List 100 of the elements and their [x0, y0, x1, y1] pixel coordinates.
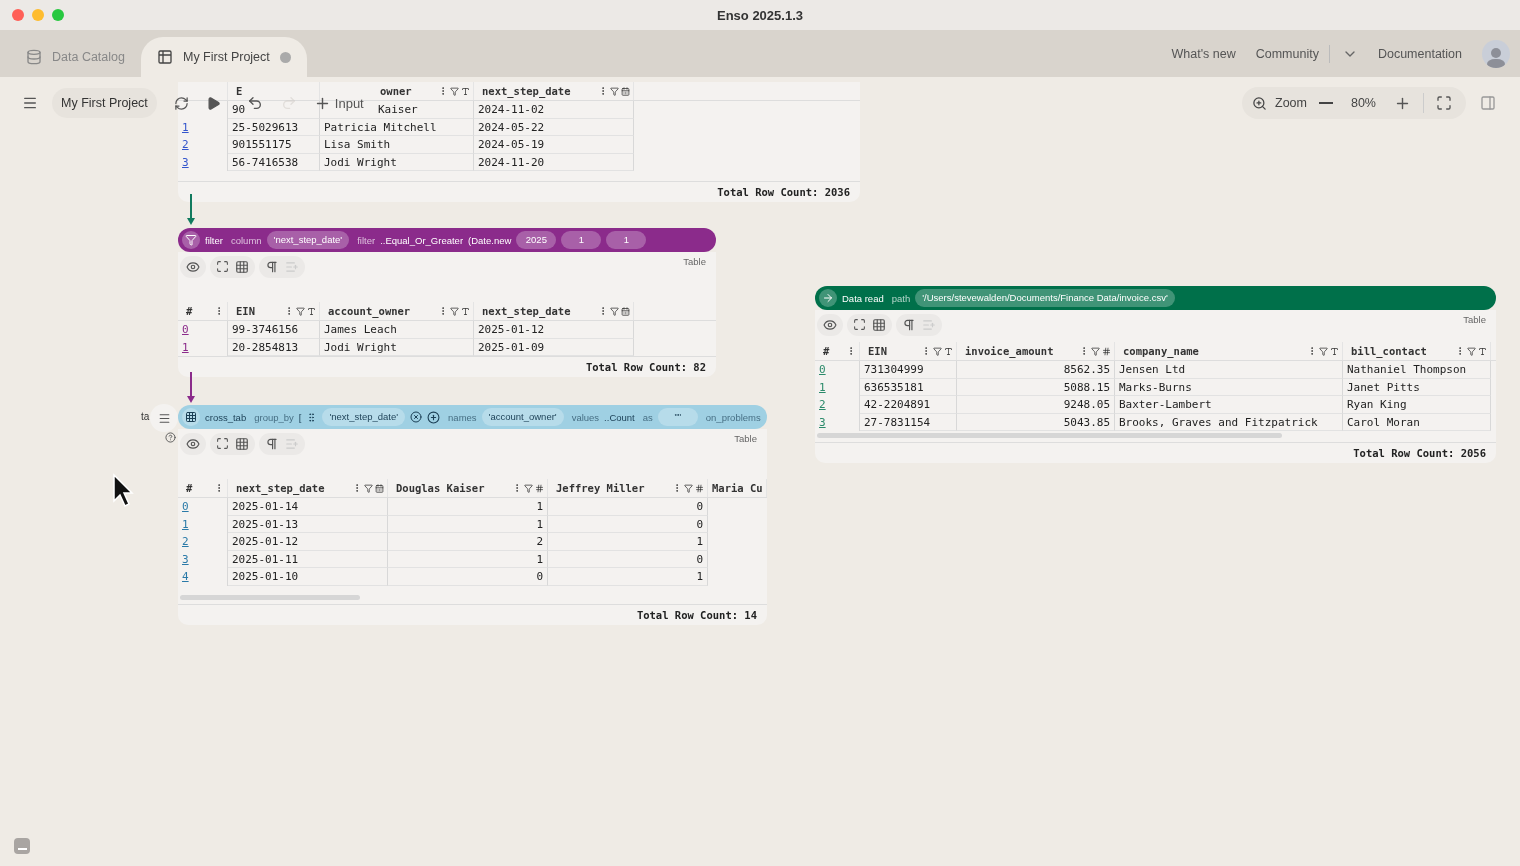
argument-value[interactable]: [	[298, 411, 302, 423]
argument-value[interactable]: 'next_step_date'	[322, 408, 406, 426]
table-cell: 2	[388, 533, 548, 551]
node-header-bar[interactable]: Data read path '/Users/stevewalden/Documents/Finance Data/invoice.csv'	[815, 286, 1496, 310]
header-link[interactable]: Documentation	[1377, 46, 1462, 61]
table-cell: 2025-01-10	[228, 568, 388, 586]
calendar-icon	[621, 306, 630, 316]
number-type-icon	[1102, 346, 1111, 356]
column-name: next_step_date	[236, 482, 326, 494]
header-link[interactable]: What's new	[1171, 46, 1236, 61]
row-index-link[interactable]: 4	[182, 568, 189, 586]
filter-icon[interactable]	[610, 306, 619, 316]
row-index-link[interactable]: 0	[182, 498, 189, 516]
row-index-link[interactable]: 2	[182, 136, 189, 154]
filter-icon[interactable]	[1091, 346, 1100, 356]
horizontal-scrollbar[interactable]	[817, 433, 1282, 438]
row-index-link[interactable]: 3	[819, 413, 826, 431]
filter-icon[interactable]	[1319, 346, 1328, 356]
filter-icon[interactable]	[364, 483, 373, 493]
table-cell: 5088.15	[957, 378, 1115, 396]
row-index-link[interactable]: 1	[182, 515, 189, 533]
horizontal-scrollbar[interactable]	[180, 594, 360, 600]
text-type-icon	[461, 86, 470, 96]
filter-icon[interactable]	[524, 483, 533, 493]
table-cell: 8562.35	[957, 361, 1115, 379]
argument-value[interactable]: '/Users/stevewalden/Documents/Finance Data/invoice.csv'	[915, 289, 1175, 307]
row-index-link[interactable]: 3	[182, 153, 189, 171]
fullscreen-icon	[1436, 95, 1452, 111]
column-name: next_step_date	[482, 85, 572, 97]
column-name: #	[823, 345, 831, 357]
table-cell: 42-2204891	[860, 396, 957, 414]
row-index-link[interactable]: 1	[182, 338, 189, 356]
table-cell: 0	[388, 568, 548, 586]
table-cell: 1	[548, 568, 708, 586]
row-index-link[interactable]: 2	[182, 533, 189, 551]
column-name: bill_contact	[1351, 345, 1428, 357]
argument-name: column	[229, 234, 262, 246]
table-cell: 2024-05-19	[474, 136, 634, 154]
argument-value[interactable]: 2025	[516, 231, 557, 249]
filter-icon[interactable]	[684, 483, 693, 493]
argument-value[interactable]: ""	[657, 408, 698, 426]
row-count: Total Row Count: 2056	[815, 442, 1496, 463]
row-index-link[interactable]: 0	[182, 321, 189, 339]
filter-icon	[185, 234, 197, 246]
node-menu-button[interactable]	[150, 404, 178, 432]
table-cell: James Leach	[320, 321, 474, 339]
argument-value[interactable]: ..Count	[604, 411, 635, 423]
argument-value[interactable]: 'account_owner'	[481, 408, 564, 426]
argument-value[interactable]: 'next_step_date'	[266, 231, 350, 249]
filter-icon[interactable]	[296, 306, 305, 316]
table-view-button[interactable]	[233, 435, 251, 453]
row-index-link[interactable]: 3	[182, 550, 189, 568]
node-header-bar[interactable]: filter column 'next_step_date' filter ..Equal_Or_Greater (Date.new 2025 1 1	[178, 228, 716, 252]
close-button[interactable]	[12, 9, 24, 21]
node-name: filter	[205, 234, 223, 246]
table-cell: 2025-01-12	[474, 321, 634, 339]
row-index-link[interactable]: 1	[819, 378, 826, 396]
add-icon[interactable]	[427, 410, 441, 424]
argument-value[interactable]: 1	[561, 231, 602, 249]
argument-value[interactable]: ..Equal_Or_Greater	[380, 234, 464, 246]
column-name: account_owner	[328, 305, 412, 317]
filter-icon[interactable]	[610, 86, 619, 96]
table-cell: Patricia Mitchell	[320, 118, 474, 136]
table-cell: Lisa Smith	[320, 136, 474, 154]
panel-icon	[1480, 95, 1496, 111]
row-count: Total Row Count: 14	[178, 603, 767, 625]
text-type-icon	[461, 306, 470, 316]
tab[interactable]: My First Project	[140, 37, 307, 77]
project-button[interactable]: My First Project	[52, 88, 157, 118]
header-link[interactable]: Community	[1255, 46, 1319, 61]
fullscreen-icon	[216, 260, 229, 273]
argument-value[interactable]: 1	[606, 231, 647, 249]
row-index-link[interactable]: 2	[819, 396, 826, 414]
table-cell: Jodi Wright	[320, 338, 474, 356]
row-index-link[interactable]: 0	[819, 361, 826, 379]
filter-icon[interactable]	[1467, 346, 1476, 356]
menu-icon	[22, 95, 38, 111]
node-header-bar[interactable]: cross_tab group_by [ 'next_step_date' names 'account_owner' values ..Count as "" on_problems	[178, 405, 767, 429]
fullscreen-icon	[853, 318, 866, 331]
filter-icon[interactable]	[450, 86, 459, 96]
help-icon[interactable]	[165, 432, 176, 443]
eye-icon	[823, 318, 837, 332]
filter-icon[interactable]	[450, 306, 459, 316]
remove-icon[interactable]	[410, 411, 423, 423]
column-name: company_name	[1123, 345, 1200, 357]
argument-value[interactable]: (Date.new	[468, 234, 512, 246]
table-view-button[interactable]	[870, 316, 888, 334]
eye-icon	[186, 437, 200, 451]
text-type-icon	[1330, 346, 1339, 356]
table-cell: 2025-01-11	[228, 550, 388, 568]
filter-icon[interactable]	[933, 346, 942, 356]
table-icon	[872, 318, 886, 332]
row-index-link[interactable]: 1	[182, 118, 189, 136]
column-name: #	[186, 305, 194, 317]
visualization-label: Table	[1463, 314, 1487, 325]
column-name: #	[186, 482, 194, 494]
table-cell: 2025-01-12	[228, 533, 388, 551]
table-view-button[interactable]	[233, 258, 251, 276]
zoom-label: Zoom	[1275, 96, 1307, 110]
visualization-label: Table	[734, 433, 758, 444]
